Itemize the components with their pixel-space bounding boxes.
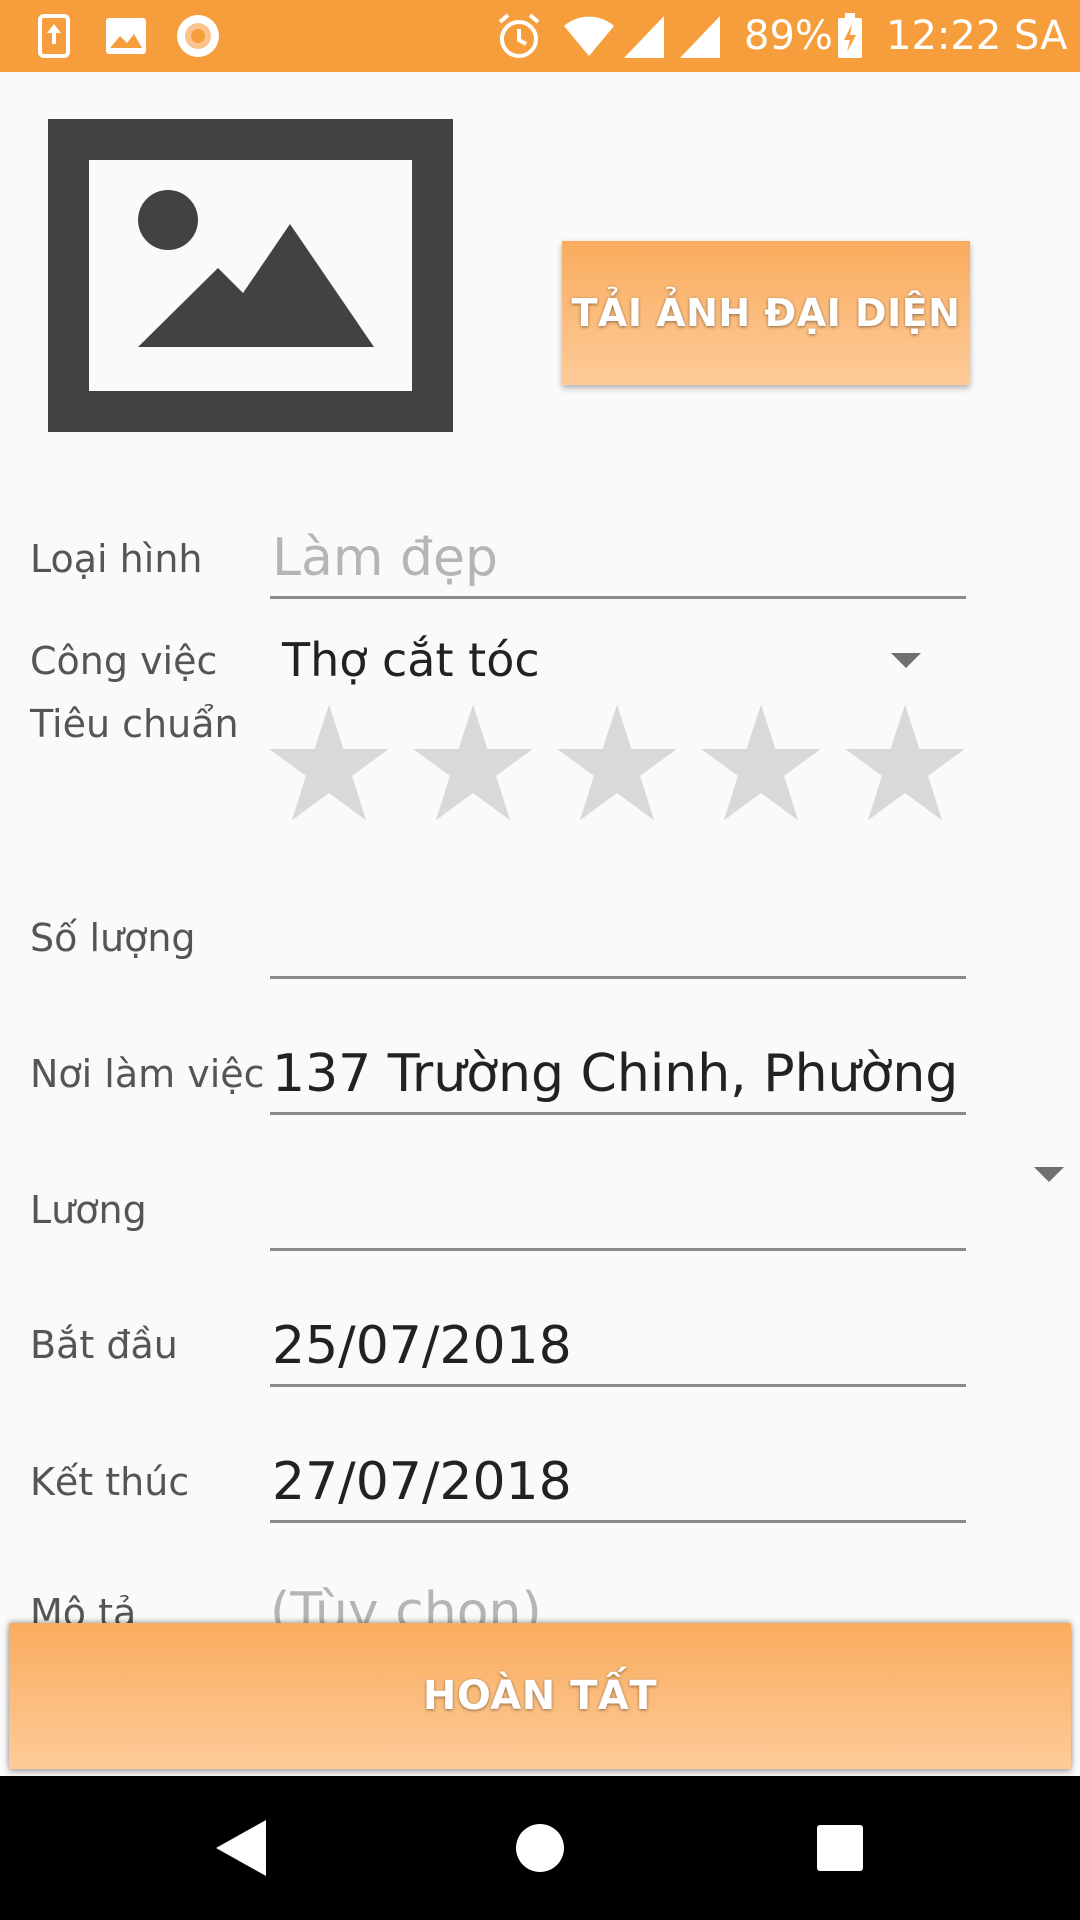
clock: 12:22 SA [886,13,1068,59]
job-label: Công việc [30,639,218,683]
end-date-label: Kết thúc [30,1460,190,1504]
avatar-image-placeholder[interactable] [48,119,453,432]
workplace-value: 137 Trường Chinh, Phường 12 [272,1044,966,1104]
back-icon[interactable] [210,1816,274,1880]
screen-rotate-icon [38,14,70,58]
star-icon-4[interactable] [700,702,822,824]
star-icon-3[interactable] [556,702,678,824]
battery-percent: 89% [744,13,833,59]
salary-field[interactable] [270,1172,966,1251]
alarm-icon [498,13,540,58]
category-field[interactable]: Làm đẹp [270,520,966,599]
star-icon-2[interactable] [412,702,534,824]
star-icon-1[interactable] [268,702,390,824]
battery-charging-icon [838,13,862,58]
workplace-label: Nơi làm việc [30,1052,265,1096]
image-notification-icon [106,18,146,54]
job-dropdown-caret-icon[interactable] [891,653,921,668]
salary-dropdown-caret-icon[interactable] [1034,1167,1064,1182]
start-date-value: 25/07/2018 [272,1316,572,1376]
signal-icon-2 [680,16,720,58]
recents-icon[interactable] [808,1816,872,1880]
end-date-value: 27/07/2018 [272,1452,572,1512]
signal-icon [624,16,664,58]
workplace-field[interactable]: 137 Trường Chinh, Phường 12 [270,1036,966,1115]
salary-label: Lương [30,1188,147,1232]
start-date-label: Bắt đầu [30,1323,178,1367]
standard-label: Tiêu chuẩn [30,702,239,746]
status-bar: 89% 12:22 SA [0,0,1080,72]
rating-bar[interactable] [268,702,968,824]
wifi-icon [564,16,614,56]
navigation-bar [0,1776,1080,1920]
category-placeholder: Làm đẹp [272,528,499,588]
start-date-field[interactable]: 25/07/2018 [270,1308,966,1387]
upload-avatar-button[interactable]: TẢI ẢNH ĐẠI DIỆN [562,241,970,385]
home-icon[interactable] [508,1816,572,1880]
quantity-field[interactable] [270,900,966,979]
job-value: Thợ cắt tóc [282,633,540,687]
end-date-field[interactable]: 27/07/2018 [270,1444,966,1523]
app-notification-icon [177,15,219,57]
quantity-label: Số lượng [30,916,196,960]
done-button[interactable]: HOÀN TẤT [9,1623,1071,1769]
category-label: Loại hình [30,537,203,581]
star-icon-5[interactable] [844,702,966,824]
